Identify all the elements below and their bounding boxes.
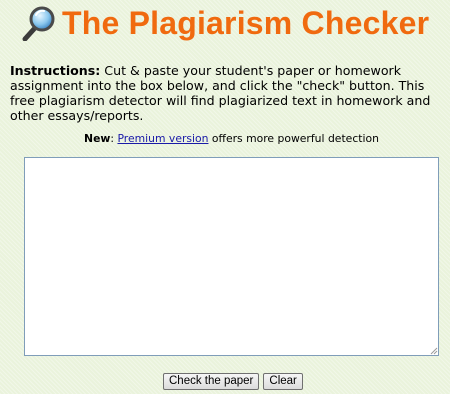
new-label-separator: : — [110, 132, 115, 145]
page: { "header": { "title": "The Plagiarism C… — [0, 0, 450, 394]
action-buttons: Check the paper Clear — [163, 373, 303, 390]
instructions-text: Instructions: Cut & paste your student's… — [10, 63, 442, 123]
premium-promo-suffix: offers more powerful detection — [211, 132, 379, 145]
header: The Plagiarism Checker — [22, 3, 429, 43]
paper-text-input[interactable] — [24, 157, 439, 356]
premium-promo: New: Premium version offers more powerfu… — [0, 132, 450, 145]
premium-version-link[interactable]: Premium version — [117, 132, 208, 145]
check-paper-button[interactable]: Check the paper — [163, 373, 260, 390]
magnifying-glass-icon — [22, 6, 55, 41]
clear-button[interactable]: Clear — [263, 373, 303, 390]
page-title: The Plagiarism Checker — [62, 4, 430, 41]
new-label: New — [84, 132, 111, 145]
instructions-lead: Instructions: — [10, 63, 101, 78]
resize-grip-icon[interactable] — [430, 347, 438, 355]
